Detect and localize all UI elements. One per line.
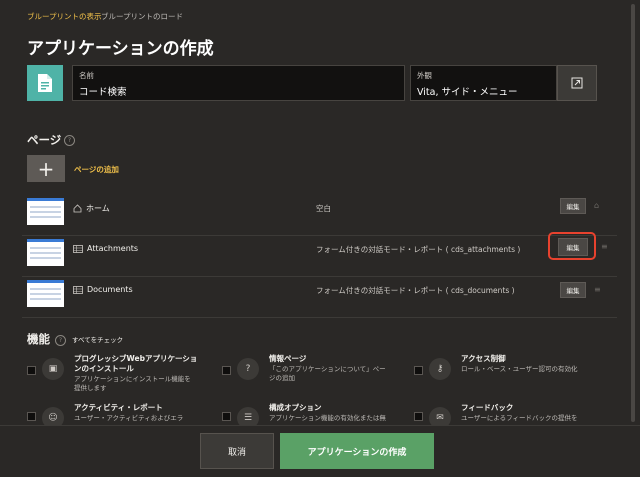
features-help-icon[interactable]: ? bbox=[55, 335, 66, 346]
page-row-type: 空白 bbox=[316, 204, 331, 213]
appearance-field[interactable]: 外観 Vita, サイド・メニュー bbox=[410, 65, 557, 101]
name-label: 名前 bbox=[79, 71, 94, 80]
page-row-name: Attachments bbox=[87, 244, 139, 253]
drag-handle-icon[interactable]: ≡ bbox=[601, 242, 608, 251]
feature-desc: 「このアプリケーションについて」ペー bbox=[269, 365, 386, 373]
home-icon bbox=[73, 204, 82, 213]
page-thumbnail bbox=[27, 239, 64, 266]
edit-page-button[interactable]: 編集 bbox=[560, 198, 586, 214]
info-icon: ? bbox=[237, 358, 259, 380]
dialog-footer: 取消 アプリケーションの作成 bbox=[0, 425, 640, 477]
feature-desc: アプリケーション機能の有効化または無 bbox=[269, 414, 386, 422]
page-thumbnail bbox=[27, 198, 64, 225]
page-row-type: フォーム付きの対話モード・レポート ( cds_attachments ) bbox=[316, 245, 521, 254]
page-row-name: ホーム bbox=[86, 204, 110, 213]
feature-title: アクティビティ・レポート bbox=[74, 403, 163, 412]
feature-title: フィードバック bbox=[461, 403, 514, 412]
breadcrumb-load-blueprint[interactable]: ブループリントのロード bbox=[101, 11, 183, 22]
pages-help-icon[interactable]: ? bbox=[64, 135, 75, 146]
check-all-link[interactable]: すべてをチェック bbox=[72, 334, 123, 344]
pages-section-title: ページ bbox=[27, 133, 62, 147]
cancel-button[interactable]: 取消 bbox=[200, 433, 274, 469]
page-row-documents: Documents フォーム付きの対話モード・レポート ( cds_docume… bbox=[22, 277, 617, 318]
feature-access-control: ⚷ アクセス制御 ロール・ベース・ユーザー認可の有効化 bbox=[414, 354, 614, 394]
name-field[interactable]: 名前 コード検索 bbox=[72, 65, 405, 101]
key-icon: ⚷ bbox=[429, 358, 451, 380]
feature-desc: ジの追加 bbox=[269, 373, 295, 382]
appearance-value: Vita, サイド・メニュー bbox=[417, 87, 518, 98]
feature-checkbox[interactable] bbox=[414, 412, 423, 421]
name-value[interactable]: コード検索 bbox=[79, 84, 127, 98]
feature-feedback: ✉ フィードバック ユーザーによるフィードバックの提供を bbox=[414, 403, 614, 429]
feature-desc: ロール・ベース・ユーザー認可の有効化 bbox=[461, 365, 578, 373]
feature-pwa: ▣ プログレッシブWebアプリケーショ ンのインストール アプリケーションにイン… bbox=[27, 354, 217, 394]
report-icon bbox=[73, 244, 83, 253]
add-page-button[interactable]: + bbox=[27, 155, 65, 182]
feature-checkbox[interactable] bbox=[27, 412, 36, 421]
page-row-attachments: Attachments フォーム付きの対話モード・レポート ( cds_atta… bbox=[22, 232, 617, 277]
report-icon bbox=[73, 285, 83, 294]
features-section-title: 機能 bbox=[27, 332, 50, 346]
create-application-button[interactable]: アプリケーションの作成 bbox=[280, 433, 434, 469]
page-row-name: Documents bbox=[87, 285, 133, 294]
feature-checkbox[interactable] bbox=[222, 366, 231, 375]
document-icon bbox=[38, 74, 52, 92]
add-page-label[interactable]: ページの追加 bbox=[74, 164, 119, 175]
edit-page-button[interactable]: 編集 bbox=[558, 238, 588, 256]
feature-title: プログレッシブWebアプリケーショ bbox=[74, 354, 198, 363]
feature-title: 構成オプション bbox=[269, 403, 322, 412]
feature-activity-report: ☺ アクティビティ・レポート ユーザー・アクティビティおよびエラ bbox=[27, 403, 217, 429]
feature-title: アクセス制御 bbox=[461, 354, 506, 363]
vertical-scrollbar[interactable] bbox=[629, 0, 638, 476]
feature-checkbox[interactable] bbox=[222, 412, 231, 421]
feature-title: 情報ページ bbox=[269, 354, 307, 363]
feature-desc: ユーザーによるフィードバックの提供を bbox=[461, 414, 578, 422]
install-icon: ▣ bbox=[42, 358, 64, 380]
feature-desc: アプリケーションにインストール機能を bbox=[74, 375, 191, 383]
feature-title: ンのインストール bbox=[74, 364, 134, 373]
feature-desc: ユーザー・アクティビティおよびエラ bbox=[74, 414, 184, 422]
page-thumbnail bbox=[27, 280, 64, 307]
app-icon[interactable] bbox=[27, 65, 63, 101]
feature-config-options: ☰ 構成オプション アプリケーション機能の有効化または無 bbox=[222, 403, 412, 429]
feature-checkbox[interactable] bbox=[414, 366, 423, 375]
feature-checkbox[interactable] bbox=[27, 366, 36, 375]
edit-page-button[interactable]: 編集 bbox=[560, 282, 586, 298]
breadcrumb-view-blueprint[interactable]: ブループリントの表示 bbox=[27, 11, 102, 22]
appearance-label: 外観 bbox=[417, 71, 432, 80]
appearance-open-button[interactable] bbox=[557, 65, 597, 101]
plus-icon: + bbox=[37, 156, 55, 181]
page-row-home: ホーム 空白 編集 ⌂ bbox=[22, 195, 617, 236]
page-title: アプリケーションの作成 bbox=[27, 39, 214, 59]
feature-about-page: ? 情報ページ 「このアプリケーションについて」ペー ジの追加 bbox=[222, 354, 412, 394]
drag-handle-icon[interactable]: ≡ bbox=[594, 285, 601, 294]
page-row-type: フォーム付きの対話モード・レポート ( cds_documents ) bbox=[316, 286, 515, 295]
feature-desc: 提供します bbox=[74, 383, 107, 392]
home-marker-icon: ⌂ bbox=[594, 201, 600, 210]
external-link-icon bbox=[571, 77, 583, 89]
